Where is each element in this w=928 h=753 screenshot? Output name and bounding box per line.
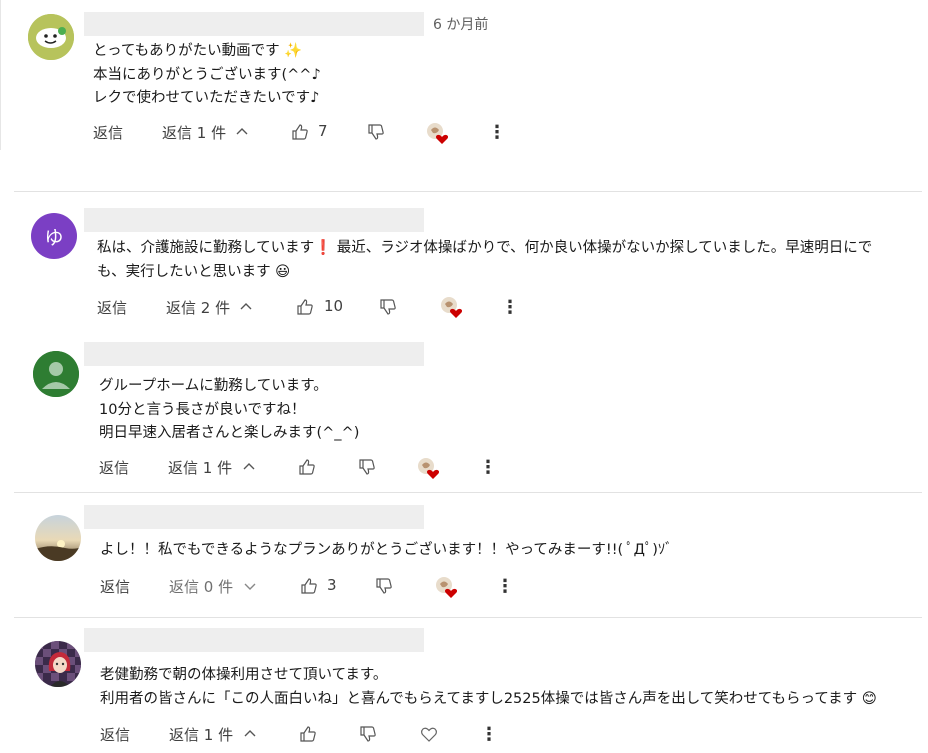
creator-heart-icon [426,122,449,144]
divider [14,617,922,618]
more-options-icon[interactable]: ⋮ [496,576,514,597]
replies-toggle[interactable]: 返信 1 件 [168,457,232,478]
reply-button[interactable]: 返信 [93,122,123,143]
thumbs-up-icon[interactable] [295,297,315,317]
avatar[interactable] [35,515,81,561]
reply-button[interactable]: 返信 [97,297,127,318]
comment-thread-3: グループホームに勤務しています。 10分と言う長さが良いですね！ 明日早速入居者… [0,335,928,490]
more-options-icon[interactable]: ⋮ [480,724,498,745]
replies-toggle[interactable]: 返信 1 件 [162,122,226,143]
heart-outline-icon[interactable] [419,724,439,744]
left-thread-line [0,0,1,150]
comment-time: 6 か月前 [433,17,489,33]
chevron-up-icon[interactable] [236,297,256,317]
more-options-icon[interactable]: ⋮ [501,297,519,318]
comment-thread-1: 6 か月前 とってもありがたい動画です ✨ 本当にありがとうございます(^^♪ … [0,0,928,160]
author-name-redacted [84,208,424,232]
author-name-redacted [84,628,424,652]
comment-text: よし！！私でもできるようなプランありがとうございます！！やってみまーす!!( ﾟ… [100,542,673,558]
thumbs-down-icon[interactable] [378,297,398,317]
comment-text: 私は、介護施設に勤務しています❗ 最近、ラジオ体操ばかりで、何か良い体操がないか… [97,240,873,280]
thumbs-up-icon[interactable] [290,122,310,142]
author-name-redacted [84,505,424,529]
creator-heart-icon [417,457,440,479]
anime-character-icon [35,641,81,687]
comment-thread-4: よし！！私でもできるようなプランありがとうございます！！やってみまーす!!( ﾟ… [0,500,928,610]
replies-toggle[interactable]: 返信 0 件 [169,576,233,597]
chevron-up-icon[interactable] [240,724,260,744]
thumbs-down-icon[interactable] [358,724,378,744]
comment-thread-2: ゆ 私は、介護施設に勤務しています❗ 最近、ラジオ体操ばかりで、何か良い体操がな… [0,192,928,332]
avatar[interactable] [33,351,79,397]
replies-toggle[interactable]: 返信 1 件 [169,724,233,745]
creator-heart-icon [435,576,458,598]
replies-toggle[interactable]: 返信 2 件 [166,297,230,318]
thumbs-down-icon[interactable] [366,122,386,142]
avatar-letter: ゆ [44,226,64,249]
more-options-icon[interactable]: ⋮ [479,457,497,478]
more-options-icon[interactable]: ⋮ [488,122,506,143]
author-name-redacted [84,12,424,36]
avatar[interactable]: ゆ [31,213,77,259]
divider [14,492,922,493]
sunset-icon [35,515,81,561]
reply-button[interactable]: 返信 [100,724,130,745]
author-name-redacted [84,342,424,366]
comment-text: とってもありがたい動画です ✨ 本当にありがとうございます(^^♪ レクで使わせ… [93,43,321,106]
like-count: 7 [318,122,328,140]
like-count: 10 [324,297,344,315]
chevron-down-icon[interactable] [240,576,260,596]
comment-text: 老健勤務で朝の体操利用させて頂いてます。 利用者の皆さんに「この人面白いね」と喜… [100,667,877,707]
reply-button[interactable]: 返信 [99,457,129,478]
chevron-up-icon[interactable] [239,457,259,477]
thumbs-up-icon[interactable] [298,724,318,744]
thumbs-up-icon[interactable] [297,457,317,477]
thumbs-up-icon[interactable] [299,576,319,596]
chevron-up-icon[interactable] [232,122,252,142]
snowman-icon [28,14,74,60]
reply-button[interactable]: 返信 [100,576,130,597]
person-icon [33,351,79,397]
avatar[interactable] [35,641,81,687]
thumbs-down-icon[interactable] [374,576,394,596]
thumbs-down-icon[interactable] [357,457,377,477]
like-count: 3 [327,576,337,594]
avatar[interactable] [28,14,74,60]
comment-thread-5: 老健勤務で朝の体操利用させて頂いてます。 利用者の皆さんに「この人面白いね」と喜… [0,620,928,753]
creator-heart-icon [440,296,463,318]
comment-text: グループホームに勤務しています。 10分と言う長さが良いですね！ 明日早速入居者… [99,378,360,441]
